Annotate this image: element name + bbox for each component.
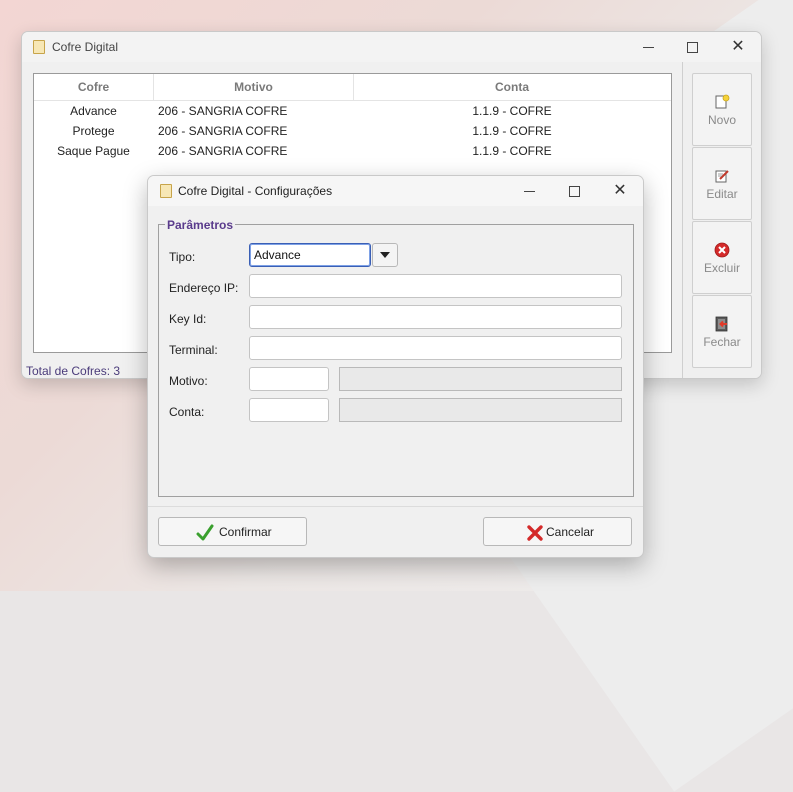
terminal-label: Terminal: <box>169 343 218 357</box>
tipo-dropdown-button[interactable] <box>372 243 398 267</box>
side-toolbar: Novo Editar Excluir Fechar <box>682 62 761 378</box>
table-row[interactable]: Advance 206 - SANGRIA COFRE 1.1.9 - COFR… <box>34 101 671 121</box>
cell-conta: 1.1.9 - COFRE <box>472 144 552 158</box>
maximize-icon <box>686 41 698 53</box>
dialog-titlebar[interactable]: Cofre Digital - Configurações ✕ <box>148 176 643 206</box>
column-header-motivo[interactable]: Motivo <box>154 74 354 100</box>
novo-label: Novo <box>707 113 736 127</box>
config-dialog: Cofre Digital - Configurações ✕ Parâmetr… <box>147 175 644 558</box>
terminal-field[interactable] <box>249 336 622 360</box>
table-row[interactable]: Protege 206 - SANGRIA COFRE 1.1.9 - COFR… <box>34 121 671 141</box>
conta-label: Conta: <box>169 405 205 419</box>
delete-icon <box>714 242 730 258</box>
dialog-close-button[interactable]: ✕ <box>602 177 638 205</box>
parametros-legend: Parâmetros <box>165 218 236 232</box>
excluir-label: Excluir <box>703 261 740 275</box>
main-window-title: Cofre Digital <box>52 40 119 54</box>
column-header-cofre[interactable]: Cofre <box>34 74 154 100</box>
novo-button[interactable]: Novo <box>692 73 752 146</box>
table-header: Cofre Motivo Conta <box>34 74 671 101</box>
minimize-icon <box>523 190 535 192</box>
endereco-ip-field[interactable] <box>249 274 622 298</box>
cell-motivo: 206 - SANGRIA COFRE <box>158 104 288 118</box>
footer-divider <box>148 506 643 507</box>
key-id-field[interactable] <box>249 305 622 329</box>
conta-description-field <box>339 398 622 422</box>
motivo-description-field <box>339 367 622 391</box>
minimize-button[interactable] <box>630 33 666 61</box>
cancelar-label: Cancelar <box>546 525 595 539</box>
maximize-button[interactable] <box>674 33 710 61</box>
excluir-button[interactable]: Excluir <box>692 221 752 294</box>
cell-cofre: Saque Pague <box>57 144 130 158</box>
cell-motivo: 206 - SANGRIA COFRE <box>158 124 288 138</box>
close-icon: ✕ <box>613 182 627 199</box>
new-document-icon <box>715 94 730 109</box>
close-icon: ✕ <box>731 38 745 55</box>
confirmar-button[interactable]: Confirmar <box>158 517 307 546</box>
dialog-title: Cofre Digital - Configurações <box>178 184 333 198</box>
edit-icon <box>715 170 729 183</box>
checkmark-icon <box>196 524 214 541</box>
dialog-maximize-button[interactable] <box>556 177 592 205</box>
table-row[interactable]: Saque Pague 206 - SANGRIA COFRE 1.1.9 - … <box>34 141 671 161</box>
motivo-code-field[interactable] <box>249 367 329 391</box>
key-id-label: Key Id: <box>169 312 207 326</box>
x-icon <box>527 525 543 541</box>
tipo-label: Tipo: <box>169 250 196 264</box>
cell-cofre: Protege <box>72 124 115 138</box>
safe-icon <box>160 184 172 198</box>
maximize-icon <box>568 185 580 197</box>
tipo-select[interactable]: Advance <box>249 243 371 267</box>
status-total-cofres: Total de Cofres: 3 <box>26 364 121 378</box>
motivo-label: Motivo: <box>169 374 208 388</box>
cell-conta: 1.1.9 - COFRE <box>472 124 552 138</box>
fechar-button[interactable]: Fechar <box>692 295 752 368</box>
editar-label: Editar <box>706 187 738 201</box>
confirmar-label: Confirmar <box>219 525 272 539</box>
cell-conta: 1.1.9 - COFRE <box>472 104 552 118</box>
minimize-icon <box>642 46 654 48</box>
main-titlebar[interactable]: Cofre Digital ✕ <box>22 32 761 62</box>
column-header-conta[interactable]: Conta <box>354 74 670 100</box>
safe-icon <box>33 40 45 54</box>
cell-motivo: 206 - SANGRIA COFRE <box>158 144 288 158</box>
cancelar-button[interactable]: Cancelar <box>483 517 632 546</box>
fechar-label: Fechar <box>703 335 741 349</box>
close-button[interactable]: ✕ <box>720 33 756 61</box>
cell-cofre: Advance <box>70 104 117 118</box>
chevron-down-icon <box>380 252 390 258</box>
conta-code-field[interactable] <box>249 398 329 422</box>
endereco-ip-label: Endereço IP: <box>169 281 239 295</box>
dialog-minimize-button[interactable] <box>511 177 547 205</box>
exit-icon <box>715 316 728 332</box>
editar-button[interactable]: Editar <box>692 147 752 220</box>
